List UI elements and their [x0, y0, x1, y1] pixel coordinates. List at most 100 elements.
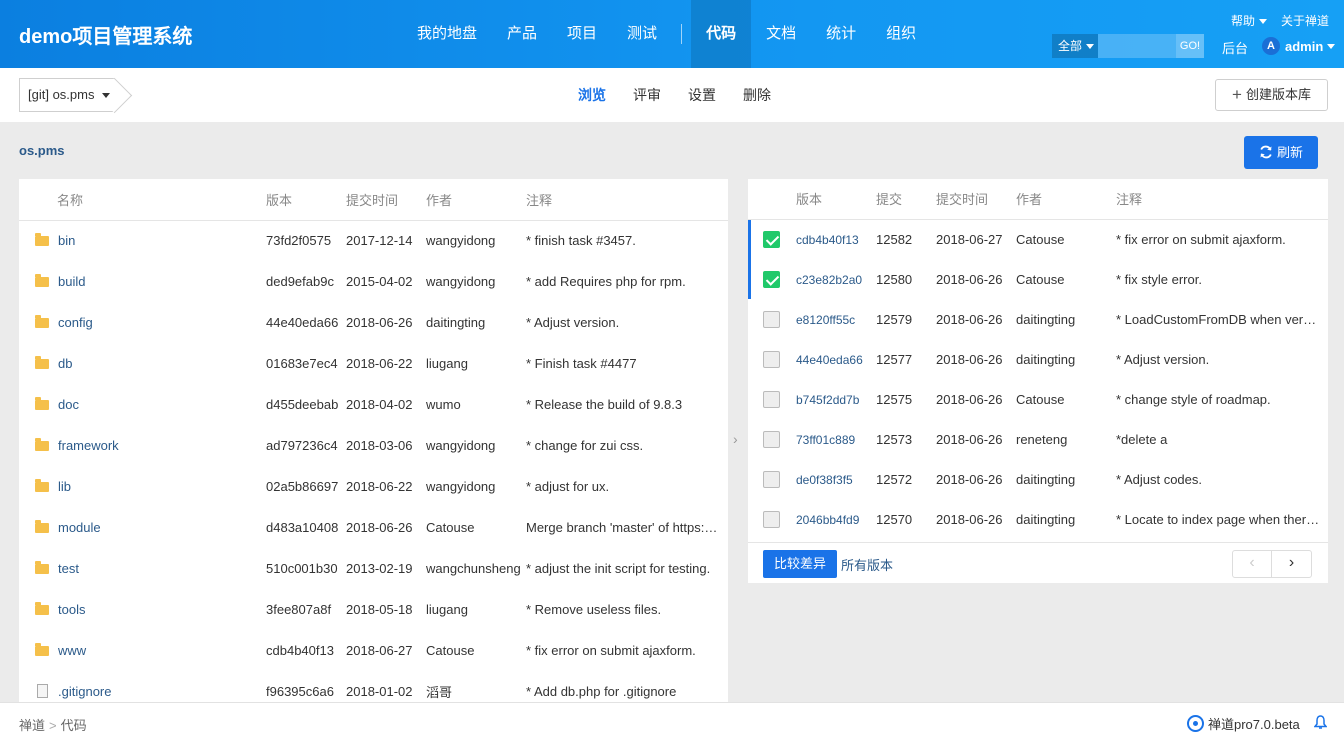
- rev-cell: 01683e7ec4: [266, 356, 338, 371]
- file-name-link[interactable]: lib: [58, 479, 71, 494]
- nav-item[interactable]: 代码: [691, 0, 752, 68]
- nav-item[interactable]: 测试: [612, 0, 672, 68]
- comment-cell: * change style of roadmap.: [1116, 391, 1271, 407]
- file-name-link[interactable]: config: [58, 315, 93, 330]
- bell-icon[interactable]: [1314, 715, 1327, 730]
- admin-link[interactable]: 后台: [1222, 38, 1248, 57]
- file-name-link[interactable]: test: [58, 561, 79, 576]
- help-menu[interactable]: 帮助: [1231, 12, 1267, 29]
- column-header[interactable]: 名称: [19, 179, 266, 221]
- nav-item[interactable]: 产品: [492, 0, 552, 68]
- sub-nav-item[interactable]: 删除: [735, 85, 779, 105]
- file-name-link[interactable]: db: [58, 356, 72, 371]
- revision-checkbox[interactable]: [763, 350, 780, 368]
- revision-checkbox[interactable]: [763, 510, 780, 528]
- table-row[interactable]: framework ad797236c4 2018-03-06 wangyidong *…: [19, 425, 728, 466]
- column-header[interactable]: 提交时间: [936, 179, 1016, 220]
- sub-nav-item[interactable]: 设置: [680, 85, 724, 105]
- revision-checkbox[interactable]: [763, 230, 780, 248]
- revision-link[interactable]: b745f2dd7b: [796, 393, 859, 407]
- revision-link[interactable]: de0f38f3f5: [796, 473, 853, 487]
- nav-item[interactable]: 文档: [751, 0, 811, 68]
- table-row[interactable]: .gitignore f96395c6a6 2018-01-02 滔哥 * Add db…: [19, 671, 728, 704]
- column-header[interactable]: 版本: [796, 179, 876, 220]
- file-name-link[interactable]: www: [58, 643, 86, 658]
- revision-link[interactable]: e8120ff55c: [796, 313, 855, 327]
- revision-checkbox[interactable]: [763, 310, 780, 328]
- prev-page-button[interactable]: ‹: [1233, 551, 1272, 577]
- brand-title[interactable]: demo项目管理系统: [19, 20, 192, 49]
- table-row[interactable]: bin 73fd2f0575 2017-12-14 wangyidong * finis…: [19, 220, 728, 261]
- refresh-button[interactable]: 刷新: [1244, 136, 1318, 169]
- table-row[interactable]: test 510c001b30 2013-02-19 wangchunsheng * a…: [19, 548, 728, 589]
- file-name-link[interactable]: module: [58, 520, 101, 535]
- file-name-link[interactable]: build: [58, 274, 85, 289]
- table-row[interactable]: 44e40eda66 12577 2018-06-26 daitingting * Ad…: [748, 339, 1328, 379]
- revision-link[interactable]: 73ff01c889: [796, 433, 855, 447]
- column-header[interactable]: 注释: [526, 179, 728, 221]
- table-row[interactable]: 2046bb4fd9 12570 2018-06-26 daitingting * Lo…: [748, 499, 1328, 539]
- search-scope-select[interactable]: 全部: [1052, 34, 1098, 58]
- table-row[interactable]: db 01683e7ec4 2018-06-22 liugang * Finish ta…: [19, 343, 728, 384]
- revision-link[interactable]: 44e40eda66: [796, 353, 863, 367]
- version-label: 禅道pro7.0.beta: [1208, 717, 1300, 732]
- search-go-button[interactable]: GO!: [1176, 34, 1204, 58]
- column-header[interactable]: 注释: [1116, 179, 1328, 220]
- column-header[interactable]: 版本: [266, 179, 346, 221]
- revision-checkbox[interactable]: [763, 390, 780, 408]
- repo-select[interactable]: [git] os.pms: [19, 78, 115, 112]
- table-row[interactable]: doc d455deebab 2018-04-02 wumo * Release the…: [19, 384, 728, 425]
- all-revisions-link[interactable]: 所有版本: [841, 555, 893, 574]
- column-header[interactable]: 提交时间: [346, 179, 426, 221]
- search-input[interactable]: [1098, 34, 1176, 58]
- table-row[interactable]: c23e82b2a0 12580 2018-06-26 Catouse * fix st…: [748, 259, 1328, 299]
- table-row[interactable]: b745f2dd7b 12575 2018-06-26 Catouse * change…: [748, 379, 1328, 419]
- table-row[interactable]: module d483a10408 2018-06-26 Catouse Merge b…: [19, 507, 728, 548]
- file-name-link[interactable]: bin: [58, 233, 75, 248]
- repo-path-title[interactable]: os.pms: [19, 143, 65, 158]
- revision-link[interactable]: c23e82b2a0: [796, 273, 862, 287]
- nav-item[interactable]: 项目: [552, 0, 612, 68]
- date-cell: 2018-06-26: [936, 271, 1003, 287]
- sub-nav-item[interactable]: 评审: [625, 85, 669, 105]
- table-row[interactable]: www cdb4b40f13 2018-06-27 Catouse * fix erro…: [19, 630, 728, 671]
- table-row[interactable]: build ded9efab9c 2015-04-02 wangyidong * add…: [19, 261, 728, 302]
- column-header[interactable]: 作者: [1016, 179, 1116, 220]
- rev-cell: d483a10408: [266, 520, 339, 535]
- user-menu[interactable]: A admin: [1262, 37, 1336, 55]
- table-row[interactable]: e8120ff55c 12579 2018-06-26 daitingting * Lo…: [748, 299, 1328, 339]
- table-row[interactable]: tools 3fee807a8f 2018-05-18 liugang * Remove…: [19, 589, 728, 630]
- revision-table-header: 版本 提交 提交时间 作者 注释: [748, 179, 1328, 220]
- nav-item[interactable]: 组织: [871, 0, 931, 68]
- revision-checkbox[interactable]: [763, 470, 780, 488]
- table-row[interactable]: cdb4b40f13 12582 2018-06-27 Catouse * fix er…: [748, 219, 1328, 259]
- sub-nav-item[interactable]: 浏览: [570, 85, 614, 105]
- revision-checkbox[interactable]: [763, 430, 780, 448]
- about-link[interactable]: 关于禅道: [1281, 12, 1329, 29]
- revision-link[interactable]: cdb4b40f13: [796, 233, 859, 247]
- table-row[interactable]: lib 02a5b86697 2018-06-22 wangyidong * adjus…: [19, 466, 728, 507]
- column-header[interactable]: 提交: [876, 179, 936, 220]
- table-row[interactable]: de0f38f3f5 12572 2018-06-26 daitingting * Ad…: [748, 459, 1328, 499]
- version-info[interactable]: 禅道pro7.0.beta: [1187, 714, 1300, 733]
- commit-cell: 12573: [876, 431, 913, 447]
- file-name-link[interactable]: framework: [58, 438, 119, 453]
- comment-cell: * fix style error.: [1116, 271, 1202, 287]
- nav-item[interactable]: 我的地盘: [402, 0, 492, 68]
- author-cell: wumo: [426, 397, 461, 412]
- file-name-link[interactable]: tools: [58, 602, 85, 617]
- create-repo-button[interactable]: + 创建版本库: [1215, 79, 1328, 111]
- file-name-link[interactable]: doc: [58, 397, 79, 412]
- nav-item[interactable]: 统计: [811, 0, 871, 68]
- revision-checkbox[interactable]: [763, 270, 780, 288]
- table-row[interactable]: config 44e40eda66 2018-06-26 daitingting * A…: [19, 302, 728, 343]
- compare-button[interactable]: 比较差异: [763, 550, 837, 578]
- breadcrumb-current[interactable]: 代码: [61, 718, 87, 733]
- revision-link[interactable]: 2046bb4fd9: [796, 513, 859, 527]
- column-header[interactable]: 作者: [426, 179, 526, 221]
- table-row[interactable]: 73ff01c889 12573 2018-06-26 reneteng *delete…: [748, 419, 1328, 459]
- next-page-button[interactable]: ›: [1272, 551, 1311, 577]
- breadcrumb-home[interactable]: 禅道: [19, 718, 45, 733]
- file-name-link[interactable]: .gitignore: [58, 684, 111, 699]
- chevron-right-icon[interactable]: ›: [733, 431, 738, 447]
